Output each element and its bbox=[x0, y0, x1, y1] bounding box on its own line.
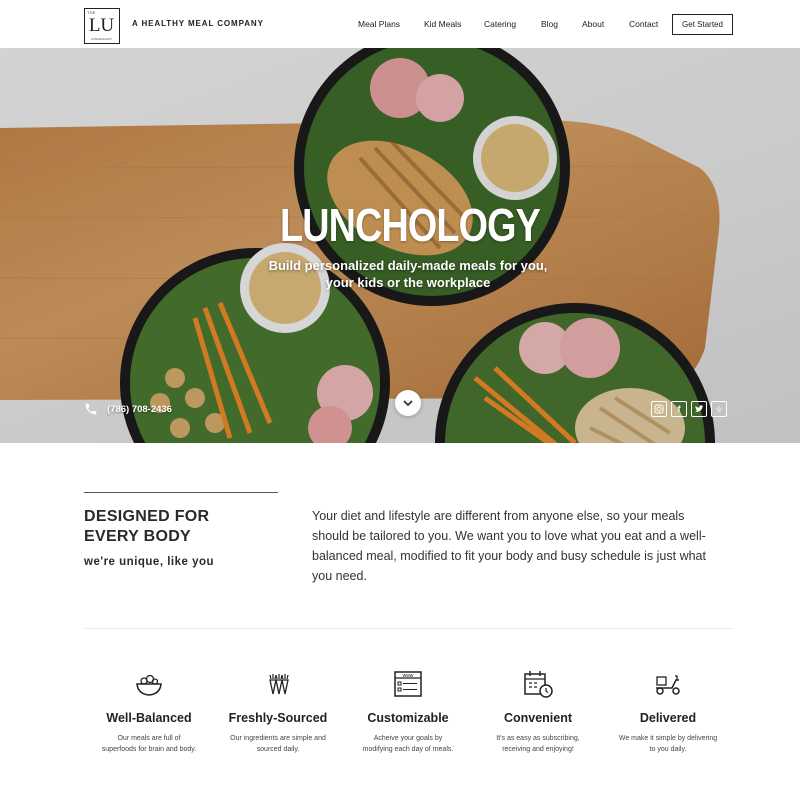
feature-desc-line2: receiving and enjoying! bbox=[502, 746, 574, 753]
social-links: f bbox=[651, 401, 727, 417]
site-header: THE LU LUNCHOLOGY A HEALTHY MEAL COMPANY… bbox=[0, 0, 800, 48]
feature-desc-line1: We make it simple by delivering bbox=[618, 735, 718, 742]
nav-about[interactable]: About bbox=[582, 19, 604, 29]
intro-heading-line2: EVERY BODY bbox=[84, 528, 192, 545]
feature-customizable: www Customizable Acheive your goals by m… bbox=[343, 668, 473, 755]
hero-subtitle-line2: your kids or the workplace bbox=[325, 275, 491, 290]
feature-desc-line2: sourced daily. bbox=[256, 746, 300, 753]
nav-blog[interactable]: Blog bbox=[541, 19, 558, 29]
instagram-icon[interactable] bbox=[651, 401, 667, 417]
feature-description: It's as easy as subscribing, receiving a… bbox=[473, 733, 603, 755]
feature-title: Delivered bbox=[639, 711, 697, 725]
nav-kid-meals[interactable]: Kid Meals bbox=[424, 19, 461, 29]
feature-desc-line1: Acheive your goals by bbox=[373, 735, 443, 742]
phone-link[interactable]: (786) 708-2436 bbox=[84, 402, 172, 416]
feature-description: Our meals are full of superfoods for bra… bbox=[84, 733, 214, 755]
twitter-icon[interactable] bbox=[691, 401, 707, 417]
nav-contact[interactable]: Contact bbox=[629, 19, 658, 29]
get-started-button[interactable]: Get Started bbox=[672, 14, 733, 35]
logo[interactable]: THE LU LUNCHOLOGY bbox=[84, 8, 120, 44]
facebook-icon[interactable]: f bbox=[671, 401, 687, 417]
feature-description: Our ingredients are simple and sourced d… bbox=[213, 733, 343, 755]
section-divider bbox=[84, 628, 734, 629]
chevron-down-icon bbox=[403, 400, 413, 407]
salad-bowl-icon bbox=[136, 674, 162, 696]
phone-number: (786) 708-2436 bbox=[107, 403, 172, 415]
feature-desc-line2: to you daily. bbox=[649, 746, 687, 753]
feature-delivered: Delivered We make it simple by deliverin… bbox=[603, 668, 733, 755]
hero-title: LUNCHOLOGY bbox=[279, 199, 541, 251]
nav-meal-plans[interactable]: Meal Plans bbox=[358, 19, 400, 29]
logo-letters: LU bbox=[88, 15, 115, 36]
carrots-icon bbox=[269, 674, 289, 695]
intro-paragraph: Your diet and lifestyle are different fr… bbox=[312, 509, 706, 583]
feature-title: Customizable bbox=[367, 711, 449, 725]
company-tagline: A HEALTHY MEAL COMPANY bbox=[132, 19, 264, 28]
hero-subtitle-line1: Build personalized daily-made meals for … bbox=[268, 258, 548, 273]
feature-freshly-sourced: Freshly-Sourced Our ingredients are simp… bbox=[213, 668, 343, 755]
svg-text:www: www bbox=[403, 673, 414, 679]
feature-description: We make it simple by delivering to you d… bbox=[603, 733, 733, 755]
phone-icon bbox=[85, 403, 97, 415]
feature-title: Convenient bbox=[503, 711, 573, 725]
feature-title: Freshly-Sourced bbox=[228, 711, 328, 725]
feature-desc-line2: modifying each day of meals. bbox=[362, 746, 454, 753]
feature-desc-line1: Our meals are full of bbox=[117, 735, 181, 742]
feature-description: Acheive your goals by modifying each day… bbox=[343, 733, 473, 755]
intro-heading-line1: DESIGNED FOR bbox=[84, 508, 210, 525]
nav-catering[interactable]: Catering bbox=[484, 19, 516, 29]
hero-banner: LUNCHOLOGY Build personalized daily-made… bbox=[0, 48, 800, 443]
web-form-icon: www bbox=[394, 671, 422, 697]
calendar-clock-icon bbox=[524, 671, 553, 698]
delivery-scooter-icon bbox=[656, 675, 680, 695]
feature-desc-line1: Our ingredients are simple and bbox=[230, 735, 326, 742]
yelp-icon[interactable] bbox=[711, 401, 727, 417]
feature-well-balanced: Well-Balanced Our meals are full of supe… bbox=[84, 668, 214, 755]
feature-title: Well-Balanced bbox=[106, 711, 192, 725]
intro-tagline: we're unique, like you bbox=[84, 556, 215, 568]
section-divider-short bbox=[84, 492, 278, 493]
feature-desc-line2: superfoods for brain and body. bbox=[101, 746, 197, 753]
feature-convenient: Convenient It's as easy as subscribing, … bbox=[473, 668, 603, 755]
intro-heading: DESIGNED FOR EVERY BODY bbox=[84, 507, 284, 547]
logo-subtext: LUNCHOLOGY bbox=[90, 37, 112, 41]
feature-desc-line1: It's as easy as subscribing, bbox=[496, 735, 580, 742]
scroll-down-button[interactable] bbox=[395, 390, 421, 416]
